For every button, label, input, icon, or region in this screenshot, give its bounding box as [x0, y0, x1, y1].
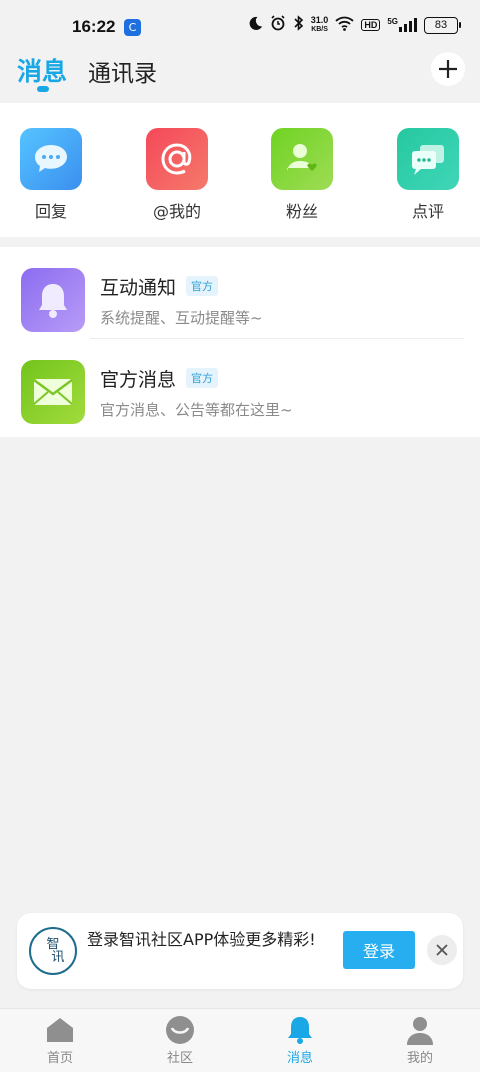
speed-unit: KB/S [311, 26, 328, 33]
list-item-title: 互动通知 [100, 277, 177, 299]
network-type: 5G [387, 17, 398, 26]
message-list: 互动通知 官方 系统提醒、互动提醒等~ 官方消息 官方 官方消息、公告等都在这里… [0, 247, 480, 437]
hd-badge: HD [361, 19, 381, 31]
login-button[interactable]: 登录 [343, 931, 415, 969]
quick-action-label: 点评 [411, 202, 444, 221]
at-sign-icon [146, 128, 208, 190]
fans-person-icon [271, 128, 333, 190]
nav-messages[interactable]: 消息 [260, 1015, 340, 1066]
list-item-subtitle: 系统提醒、互动提醒等~ [100, 309, 263, 327]
plus-icon [439, 60, 457, 78]
moon-icon [248, 16, 263, 35]
bell-icon [285, 1015, 315, 1045]
community-icon [165, 1015, 195, 1045]
nav-label: 消息 [286, 1051, 313, 1066]
nav-label: 我的 [406, 1051, 433, 1066]
comment-stack-icon [397, 128, 459, 190]
nav-home[interactable]: 首页 [20, 1015, 100, 1066]
quick-action-label: @我的 [152, 202, 201, 221]
quick-action-reviews[interactable]: 点评 [396, 128, 460, 222]
envelope-icon [21, 360, 85, 424]
official-badge: 官方 [186, 276, 218, 296]
list-item-interaction-notice[interactable]: 互动通知 官方 系统提醒、互动提醒等~ [0, 247, 480, 339]
active-tab-indicator [37, 86, 49, 92]
bluetooth-icon [293, 15, 304, 35]
logo-char-2: 讯 [51, 950, 65, 965]
bell-icon [21, 268, 85, 332]
profile-icon [405, 1015, 435, 1045]
quick-action-reply[interactable]: 回复 [19, 128, 83, 222]
close-button[interactable] [427, 935, 457, 965]
battery-icon: 83 [424, 16, 461, 34]
official-badge: 官方 [186, 368, 218, 388]
signal-icon: 5G [387, 18, 417, 32]
network-speed: 31.0 KB/S [311, 16, 329, 34]
chat-bubble-icon [20, 128, 82, 190]
alarm-icon [270, 15, 286, 35]
quick-action-fans[interactable]: 粉丝 [270, 128, 334, 222]
app-notification-icon: C [124, 19, 141, 36]
app-logo: 智 讯 [29, 927, 77, 975]
list-item-subtitle: 官方消息、公告等都在这里~ [100, 401, 293, 419]
close-icon [436, 944, 448, 956]
bottom-nav: 首页 社区 消息 我的 [0, 1008, 480, 1072]
nav-profile[interactable]: 我的 [380, 1015, 460, 1066]
wifi-icon [335, 16, 354, 35]
speed-value: 31.0 [310, 15, 329, 25]
nav-label: 社区 [166, 1051, 193, 1066]
status-icons: 31.0 KB/S HD 5G 83 [248, 15, 461, 35]
header: 消息 通讯录 [0, 50, 480, 102]
banner-text: 登录智讯社区APP体验更多精彩! [87, 930, 316, 949]
quick-action-label: 粉丝 [285, 202, 318, 221]
quick-actions: 回复 @我的 粉丝 点评 [0, 103, 480, 237]
tab-contacts[interactable]: 通讯录 [88, 54, 157, 88]
tab-messages[interactable]: 消息 [17, 52, 67, 88]
quick-action-label: 回复 [34, 202, 67, 221]
quick-action-mentions[interactable]: @我的 [145, 128, 209, 222]
add-button[interactable] [431, 52, 465, 86]
signal-bars [399, 18, 417, 32]
list-item-official-message[interactable]: 官方消息 官方 官方消息、公告等都在这里~ [0, 339, 480, 431]
status-time: 16:22 [72, 17, 116, 36]
nav-label: 首页 [46, 1051, 73, 1066]
nav-community[interactable]: 社区 [140, 1015, 220, 1066]
login-banner: 智 讯 登录智讯社区APP体验更多精彩! 登录 [17, 913, 463, 989]
status-bar: 16:22 C 31.0 KB/S HD 5G 83 [0, 0, 480, 50]
home-icon [45, 1015, 75, 1045]
list-item-title: 官方消息 [100, 369, 177, 391]
